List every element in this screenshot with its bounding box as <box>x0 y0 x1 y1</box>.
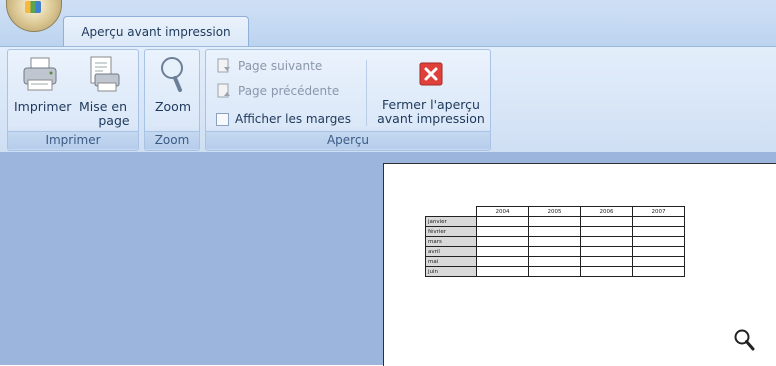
sheet-cell <box>632 216 685 227</box>
sheet-row: juin <box>425 266 685 277</box>
sheet-cell <box>528 226 581 237</box>
sheet-row: mai <box>425 256 685 267</box>
next-page-button[interactable]: Page suivante <box>216 57 322 75</box>
sheet-cell <box>632 256 685 267</box>
sheet-row-header: juin <box>425 266 477 277</box>
sheet-col-header: 2006 <box>580 206 633 217</box>
group-imprimer: Imprimer Mise en page Imprimer <box>7 49 139 151</box>
page-setup-label-line1: Mise en <box>78 99 128 114</box>
sheet-cell <box>476 246 529 257</box>
sheet-cell <box>476 256 529 267</box>
sheet-cell <box>580 266 633 277</box>
close-red-x-icon <box>419 62 443 86</box>
print-label: Imprimer <box>14 99 72 114</box>
sheet-row: avril <box>425 246 685 257</box>
group-zoom: Zoom Zoom <box>144 49 200 151</box>
sheet-cell <box>476 266 529 277</box>
sheet-cell <box>580 216 633 227</box>
sheet-row-header: mars <box>425 236 477 247</box>
sheet-cell <box>528 246 581 257</box>
sheet-row-header: avril <box>425 246 477 257</box>
page-setup-icon <box>90 56 120 92</box>
prev-page-button[interactable]: Page précédente <box>216 82 339 100</box>
zoom-label: Zoom <box>154 99 192 114</box>
sheet-cell <box>476 226 529 237</box>
group-label-imprimer: Imprimer <box>8 131 138 149</box>
sheet-cell <box>528 266 581 277</box>
sheet-row: janvier <box>425 216 685 227</box>
preview-page[interactable]: 2004 2005 2006 2007 janvier février mars… <box>383 163 776 366</box>
group-label-zoom: Zoom <box>145 131 199 149</box>
sheet-cell <box>632 226 685 237</box>
sheet-row: mars <box>425 236 685 247</box>
show-margins-label: Afficher les marges <box>235 112 351 126</box>
next-page-label: Page suivante <box>238 59 323 73</box>
sheet-cell <box>476 216 529 227</box>
sheet-cell <box>580 246 633 257</box>
group-apercu: Page suivante Page précédente Afficher l… <box>205 49 491 151</box>
sheet-corner <box>426 207 477 217</box>
sheet-row-header: janvier <box>425 216 477 227</box>
preview-workspace: 2004 2005 2006 2007 janvier février mars… <box>0 152 776 366</box>
sheet-cell <box>580 256 633 267</box>
sheet-col-header: 2007 <box>632 206 685 217</box>
sheet-cell <box>580 226 633 237</box>
show-margins-checkbox[interactable]: Afficher les marges <box>216 110 351 128</box>
close-preview-label-line1: Fermer l'aperçu <box>382 97 480 112</box>
prev-page-label: Page précédente <box>238 84 340 98</box>
printer-icon <box>23 57 57 91</box>
page-setup-button[interactable]: Mise en page <box>72 54 134 128</box>
sheet-cell <box>528 216 581 227</box>
sheet-cell <box>476 236 529 247</box>
group-separator <box>366 60 367 126</box>
magnifier-icon <box>161 57 183 92</box>
sheet-row: février <box>425 226 685 237</box>
zoom-cursor-icon <box>734 329 755 351</box>
page-next-icon <box>217 58 230 73</box>
close-preview-label-line2: avant impression <box>377 111 485 126</box>
ribbon-tab-strip: Aperçu avant impression <box>0 0 776 47</box>
sheet-cell <box>528 236 581 247</box>
sheet-col-header: 2005 <box>528 206 581 217</box>
close-preview-button[interactable]: Fermer l'aperçu avant impression <box>376 62 486 126</box>
tab-print-preview[interactable]: Aperçu avant impression <box>63 16 249 47</box>
sheet-row-header: février <box>425 226 477 237</box>
sheet-row-header: mai <box>425 256 477 267</box>
ribbon: Imprimer Mise en page Imprimer Zoom Zoom… <box>0 46 776 153</box>
page-prev-icon <box>217 83 230 98</box>
sheet-header-row: 2004 2005 2006 2007 <box>426 206 685 217</box>
sheet-cell <box>580 236 633 247</box>
page-setup-label-line2: page <box>98 113 130 128</box>
checkbox-box[interactable] <box>216 112 229 126</box>
office-button[interactable] <box>6 0 62 32</box>
sheet-cell <box>528 256 581 267</box>
sheet-col-header: 2004 <box>476 206 529 217</box>
sheet-table: 2004 2005 2006 2007 janvier février mars… <box>425 206 685 277</box>
sheet-cell <box>632 236 685 247</box>
sheet-cell <box>632 246 685 257</box>
group-label-apercu: Aperçu <box>206 131 490 149</box>
zoom-button[interactable]: Zoom <box>149 54 197 114</box>
sheet-cell <box>632 266 685 277</box>
print-button[interactable]: Imprimer <box>14 54 71 114</box>
office-logo-icon <box>25 1 41 13</box>
